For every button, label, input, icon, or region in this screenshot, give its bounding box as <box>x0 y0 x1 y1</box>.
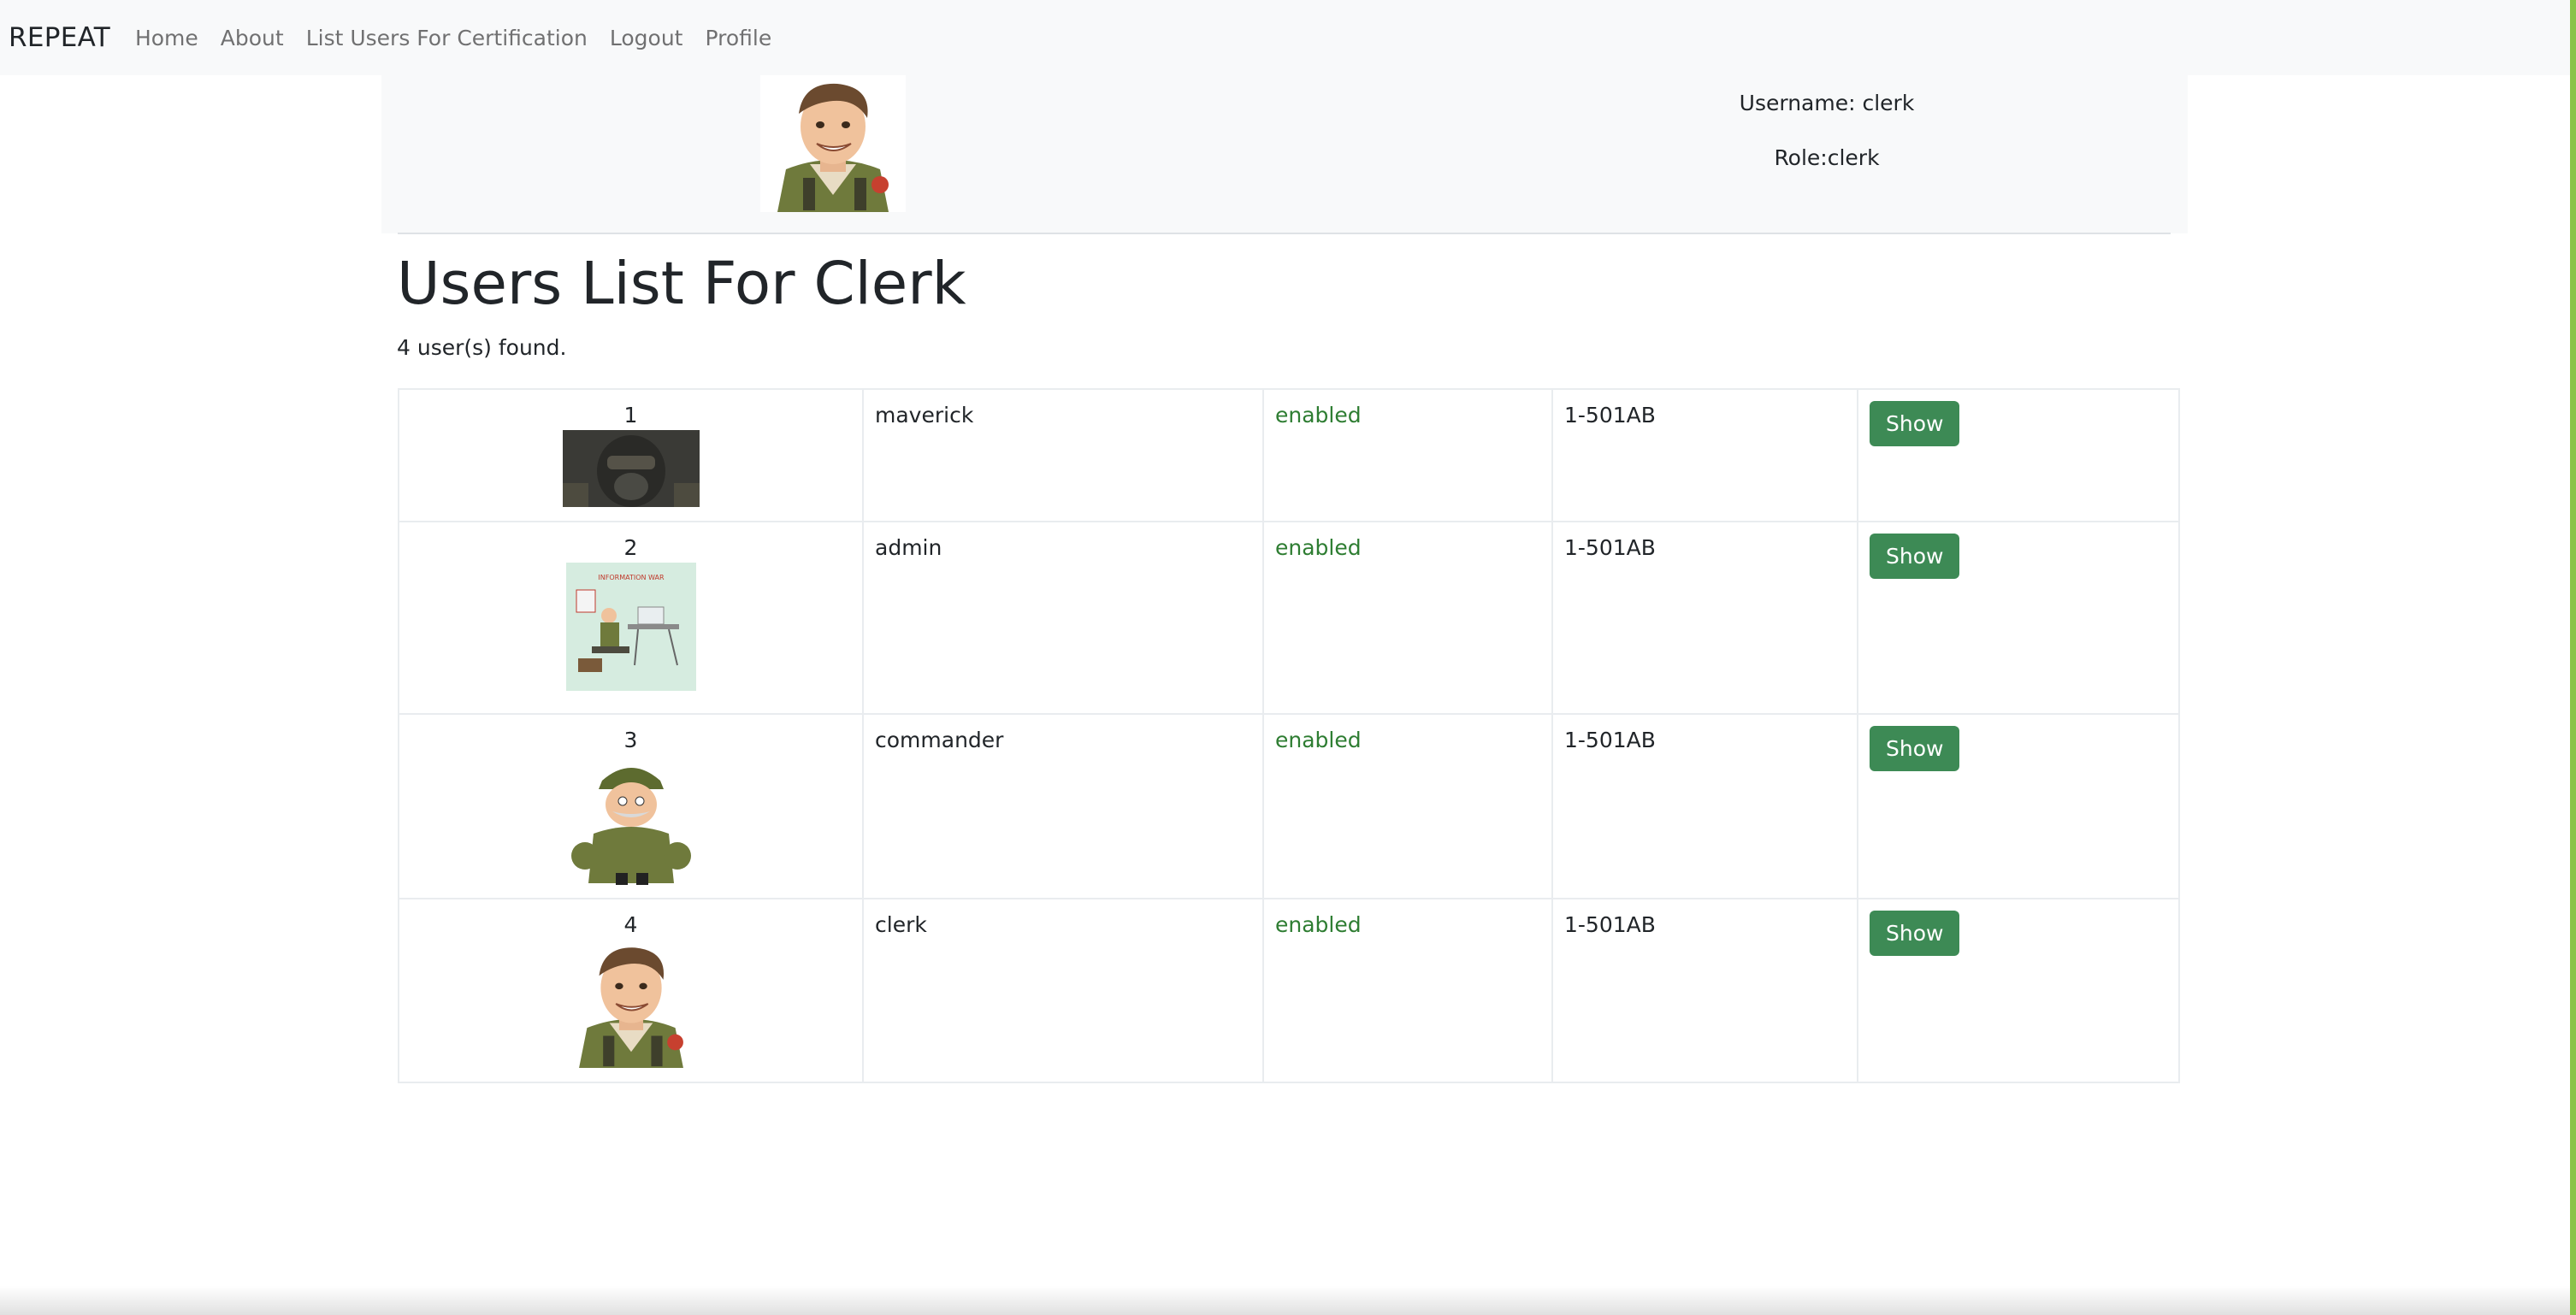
unit-code: 1-501AB <box>1564 912 1656 937</box>
nav-home-link[interactable]: Home <box>135 26 198 50</box>
username-cell: clerk <box>862 898 1264 1083</box>
row-index: 3 <box>623 728 638 752</box>
username: admin <box>875 535 942 560</box>
status-badge: enabled <box>1275 403 1362 428</box>
username-cell: commander <box>862 713 1264 899</box>
code-cell: 1-501AB <box>1551 713 1858 899</box>
page-title: Users List For Clerk <box>397 250 966 318</box>
code-cell: 1-501AB <box>1551 521 1858 715</box>
row-index: 1 <box>623 403 638 428</box>
table-row: 2 INFORMATION WAR admin enabled 1-501AB … <box>398 521 2180 715</box>
avatar-cell: 4 <box>398 898 864 1083</box>
username: commander <box>875 728 1004 752</box>
commander-avatar-icon <box>562 755 700 887</box>
users-table: 1 maverick enabled 1-501AB Show 2 INFORM… <box>398 388 2180 1083</box>
avatar-cell: 1 <box>398 388 864 522</box>
profile-username: Username: clerk <box>1739 91 1915 115</box>
table-row: 3 commander enabled 1-501AB Show <box>398 713 2180 899</box>
unit-code: 1-501AB <box>1564 403 1656 428</box>
nav-logout-link[interactable]: Logout <box>610 26 683 50</box>
nav-profile-link[interactable]: Profile <box>706 26 772 50</box>
pilot-mask-avatar-icon <box>562 430 700 507</box>
unit-code: 1-501AB <box>1564 535 1656 560</box>
soldier-avatar-icon <box>562 940 700 1068</box>
avatar-caption: INFORMATION WAR <box>598 574 665 581</box>
show-button[interactable]: Show <box>1870 911 1960 956</box>
profile-role: Role:clerk <box>1774 145 1880 170</box>
avatar-cell: 2 INFORMATION WAR <box>398 521 864 715</box>
username-cell: maverick <box>862 388 1264 522</box>
action-cell: Show <box>1857 521 2180 715</box>
top-navbar: REPEAT Home About List Users For Certifi… <box>0 0 2570 75</box>
action-cell: Show <box>1857 388 2180 522</box>
nav-list-users-link[interactable]: List Users For Certification <box>306 26 588 50</box>
row-index: 2 <box>623 535 638 560</box>
user-count: 4 user(s) found. <box>397 335 567 360</box>
status-cell: enabled <box>1262 388 1553 522</box>
table-row: 4 clerk enabled 1-501AB Show <box>398 898 2180 1083</box>
username: clerk <box>875 912 927 937</box>
status-cell: enabled <box>1262 713 1553 899</box>
nav-links: Home About List Users For Certification … <box>135 26 794 50</box>
status-cell: enabled <box>1262 521 1553 715</box>
status-badge: enabled <box>1275 728 1362 752</box>
status-badge: enabled <box>1275 912 1362 937</box>
bottom-shadow <box>0 1286 2570 1315</box>
username: maverick <box>875 403 974 428</box>
show-button[interactable]: Show <box>1870 534 1960 579</box>
code-cell: 1-501AB <box>1551 898 1858 1083</box>
show-button[interactable]: Show <box>1870 401 1960 446</box>
page: REPEAT Home About List Users For Certifi… <box>0 0 2576 1315</box>
divider <box>398 233 2171 234</box>
desk-soldier-avatar-icon: INFORMATION WAR <box>565 563 696 691</box>
action-cell: Show <box>1857 713 2180 899</box>
brand-link[interactable]: REPEAT <box>9 22 110 53</box>
window-edge-accent <box>2570 0 2576 1315</box>
show-button[interactable]: Show <box>1870 726 1960 771</box>
code-cell: 1-501AB <box>1551 388 1858 522</box>
unit-code: 1-501AB <box>1564 728 1656 752</box>
username-cell: admin <box>862 521 1264 715</box>
action-cell: Show <box>1857 898 2180 1083</box>
row-index: 4 <box>623 912 638 937</box>
avatar-cell: 3 <box>398 713 864 899</box>
profile-panel: Username: clerk Role:clerk <box>381 75 2188 233</box>
soldier-avatar-icon <box>760 75 906 212</box>
table-row: 1 maverick enabled 1-501AB Show <box>398 388 2180 522</box>
status-badge: enabled <box>1275 535 1362 560</box>
status-cell: enabled <box>1262 898 1553 1083</box>
nav-about-link[interactable]: About <box>221 26 284 50</box>
